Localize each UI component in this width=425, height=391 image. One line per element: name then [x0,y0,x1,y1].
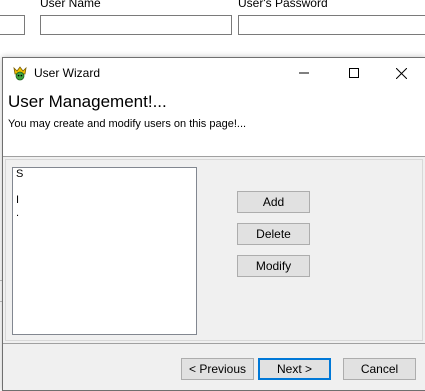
close-icon [395,67,407,79]
user-name-input[interactable] [40,15,232,35]
user-name-label: User Name [40,0,101,10]
previous-button[interactable]: < Previous [181,358,254,380]
window-title: User Wizard [34,66,101,80]
list-item[interactable] [13,181,196,194]
list-item[interactable]: . [13,207,196,220]
delete-button[interactable]: Delete [237,223,310,245]
users-listbox[interactable]: S I . [12,167,197,335]
next-button[interactable]: Next > [258,358,331,380]
wizard-header: User Management!... You may create and m… [3,88,425,157]
app-icon [12,65,28,81]
list-item[interactable]: S [13,168,196,181]
title-bar[interactable]: User Wizard [3,58,425,88]
password-label: User's Password [238,0,328,10]
user-wizard-dialog: User Wizard User Management!... You may … [2,57,425,391]
page-description: You may create and modify users on this … [8,118,247,130]
minimize-button[interactable] [281,58,327,88]
background-field-left[interactable] [0,15,25,35]
content-panel: S I . Add Delete Modify [3,157,425,344]
add-button[interactable]: Add [237,191,310,213]
modify-button[interactable]: Modify [237,255,310,277]
cancel-button[interactable]: Cancel [343,358,416,380]
list-item[interactable]: I [13,194,196,207]
maximize-button[interactable] [331,58,377,88]
password-input[interactable] [238,15,425,35]
minimize-icon [299,72,309,74]
close-button[interactable] [378,58,424,88]
page-title: User Management!... [8,92,167,111]
maximize-icon [349,68,359,78]
